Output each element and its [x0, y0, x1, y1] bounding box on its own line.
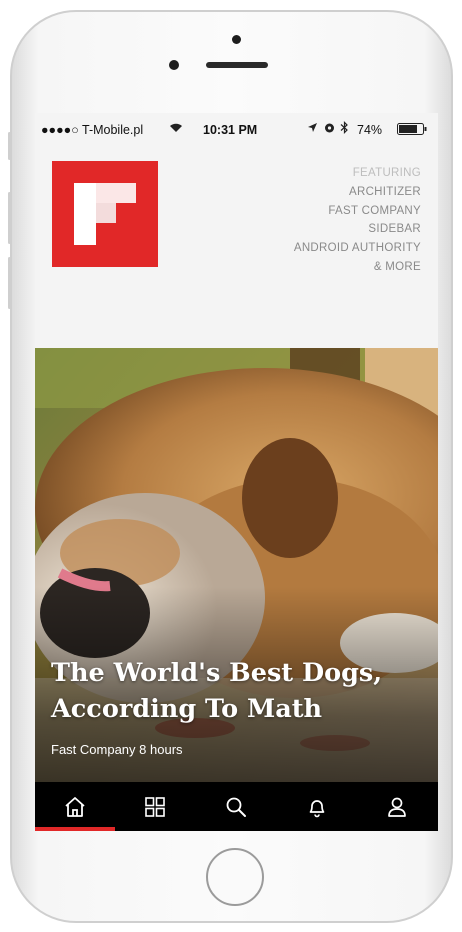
- screen: ●●●●○ T-Mobile.pl 10:31 PM 74% FEATURING…: [35, 113, 438, 831]
- story-card[interactable]: The World's Best Dogs, According To Math…: [35, 348, 438, 782]
- status-bar: ●●●●○ T-Mobile.pl 10:31 PM 74%: [35, 113, 438, 148]
- volume-up-button: [8, 192, 11, 244]
- clock: 10:31 PM: [203, 123, 258, 137]
- featured-source: ANDROID AUTHORITY: [293, 242, 421, 255]
- wifi-icon: [169, 122, 183, 136]
- tab-profile[interactable]: [357, 782, 437, 831]
- story-age: 8 hours: [139, 742, 183, 757]
- headline-line: According To Math: [51, 694, 323, 724]
- featuring-label: FEATURING: [352, 167, 421, 179]
- featured-source: SIDEBAR: [368, 223, 421, 236]
- story-source[interactable]: Fast Company: [51, 742, 136, 757]
- profile-icon: [388, 797, 406, 817]
- home-button[interactable]: [206, 848, 264, 906]
- location-icon: [307, 122, 318, 136]
- home-icon: [65, 796, 85, 817]
- tab-notifications[interactable]: [277, 782, 357, 831]
- search-icon: [226, 797, 246, 817]
- cover-header: FEATURING ARCHITIZER FAST COMPANY SIDEBA…: [35, 148, 438, 348]
- featured-source: FAST COMPANY: [328, 204, 421, 217]
- front-camera: [232, 35, 241, 44]
- featured-source: ARCHITIZER: [349, 185, 421, 198]
- tab-bar: [35, 782, 438, 831]
- featured-source: & MORE: [373, 260, 421, 273]
- battery-icon: [397, 123, 427, 138]
- volume-down-button: [8, 257, 11, 309]
- story-meta: Fast Company 8 hours: [51, 742, 183, 757]
- bell-icon: [309, 799, 325, 817]
- battery-percent: 74%: [357, 123, 383, 137]
- proximity-sensor: [169, 60, 179, 70]
- tab-sections[interactable]: [115, 782, 195, 831]
- headline-line: The World's Best Dogs,: [51, 658, 383, 688]
- story-headline[interactable]: The World's Best Dogs, According To Math: [51, 655, 431, 727]
- active-tab-indicator: [35, 827, 115, 831]
- alarm-icon: [324, 122, 335, 136]
- flipboard-logo[interactable]: [52, 161, 158, 267]
- mute-switch: [8, 132, 11, 160]
- bluetooth-icon: [340, 121, 349, 137]
- tab-home[interactable]: [35, 782, 115, 831]
- featured-sources: FEATURING ARCHITIZER FAST COMPANY SIDEBA…: [294, 164, 421, 277]
- carrier-label: ●●●●○ T-Mobile.pl: [41, 123, 144, 137]
- earpiece-speaker: [206, 62, 268, 68]
- tab-search[interactable]: [196, 782, 276, 831]
- grid-icon: [145, 796, 165, 817]
